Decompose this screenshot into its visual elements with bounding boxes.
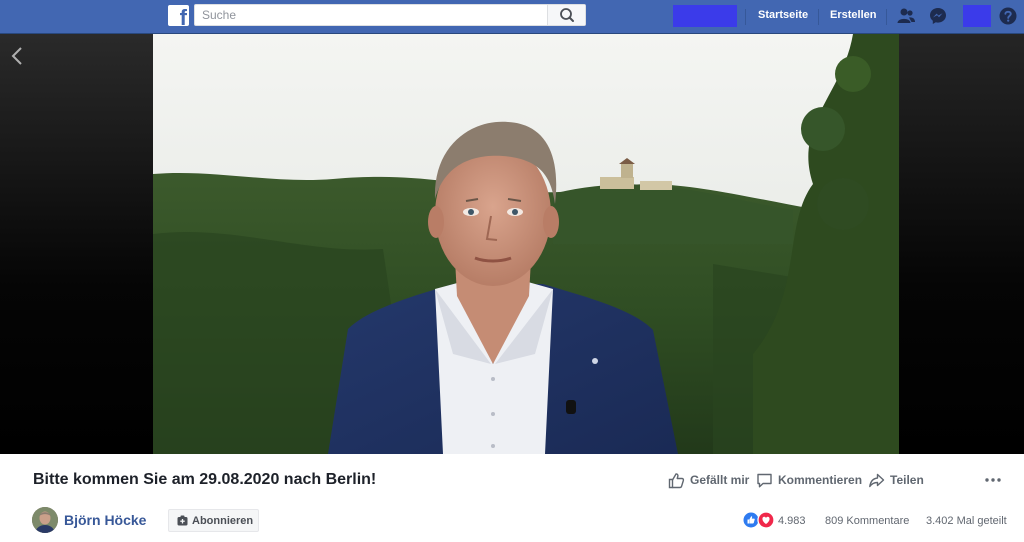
nav-separator — [818, 9, 819, 25]
friend-requests-icon[interactable] — [896, 6, 916, 26]
author-avatar[interactable] — [32, 507, 58, 533]
thumbs-up-icon — [668, 472, 685, 488]
messenger-icon[interactable] — [928, 6, 948, 26]
search-input[interactable] — [195, 5, 547, 25]
search-button[interactable] — [547, 5, 585, 25]
nav-create-link[interactable]: Erstellen — [830, 9, 876, 21]
subscribe-icon — [177, 515, 188, 526]
help-icon[interactable] — [998, 6, 1018, 26]
share-count-link[interactable]: 3.402 Mal geteilt — [926, 515, 1007, 527]
share-button[interactable]: Teilen — [868, 470, 924, 490]
previous-arrow-icon[interactable] — [8, 44, 28, 68]
top-navigation-bar: f Startseite Erstellen — [0, 0, 1024, 34]
author-name-link[interactable]: Björn Höcke — [64, 512, 146, 528]
media-viewer — [0, 34, 1024, 454]
comment-count-link[interactable]: 809 Kommentare — [825, 515, 909, 527]
share-label: Teilen — [890, 473, 924, 487]
more-options-icon[interactable] — [984, 473, 1002, 487]
search-icon — [560, 8, 574, 22]
redacted-notifications-block — [963, 5, 991, 27]
redacted-profile-block — [673, 5, 737, 27]
like-label: Gefällt mir — [690, 473, 750, 487]
facebook-logo[interactable]: f — [168, 5, 189, 26]
subscribe-button[interactable]: Abonnieren — [168, 509, 259, 532]
search-box — [194, 4, 586, 26]
nav-separator — [886, 9, 887, 25]
like-button[interactable]: Gefällt mir — [668, 470, 749, 490]
comment-label: Kommentieren — [778, 473, 863, 487]
reactions-icons[interactable] — [743, 511, 775, 529]
comment-icon — [757, 473, 772, 487]
share-icon — [869, 473, 885, 487]
viewer-left-margin — [0, 34, 153, 454]
viewer-right-margin — [899, 34, 1024, 454]
nav-home-link[interactable]: Startseite — [758, 9, 808, 21]
comment-button[interactable]: Kommentieren — [756, 470, 862, 490]
video-still — [153, 34, 899, 454]
reaction-count[interactable]: 4.983 — [778, 515, 806, 527]
nav-separator — [745, 9, 746, 25]
post-title: Bitte kommen Sie am 29.08.2020 nach Berl… — [33, 471, 377, 488]
love-reaction-icon — [757, 511, 775, 529]
video-frame[interactable] — [153, 34, 899, 454]
like-reaction-icon — [743, 511, 760, 529]
subscribe-label: Abonnieren — [192, 514, 254, 527]
